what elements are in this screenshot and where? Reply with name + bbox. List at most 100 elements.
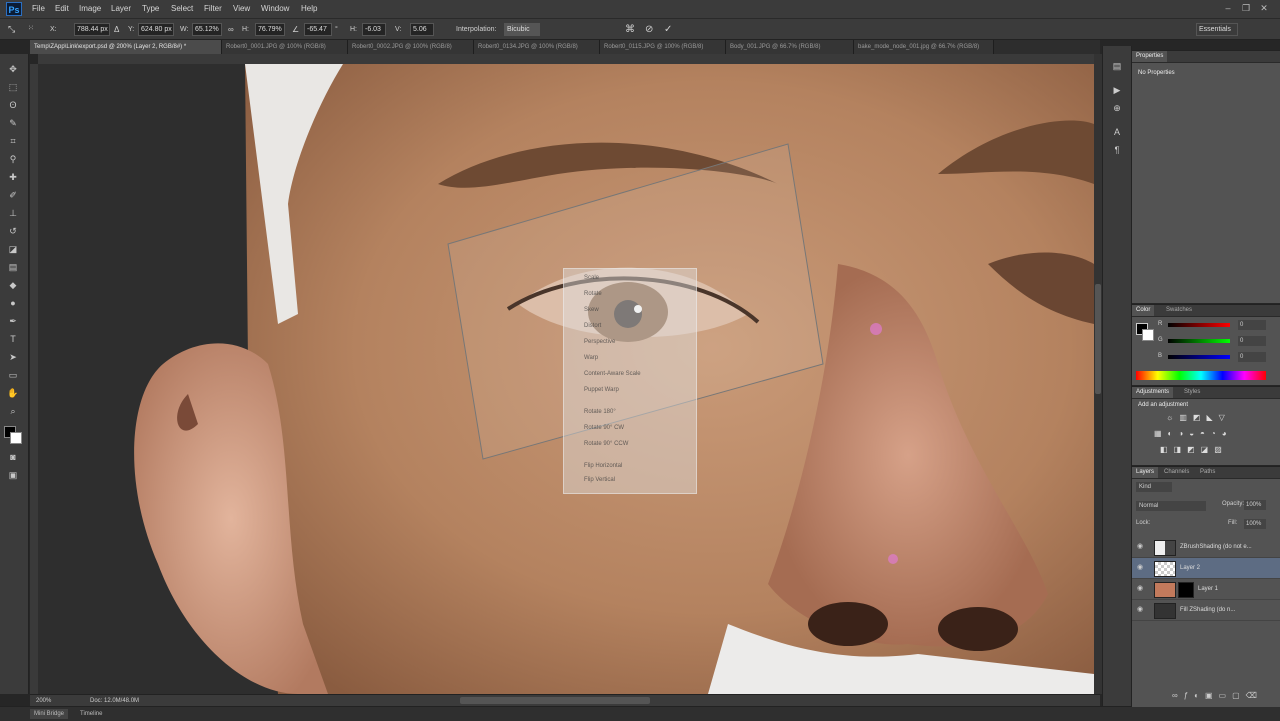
filter-kind-select[interactable]: Kind (1136, 482, 1172, 492)
warp-toggle-icon[interactable]: ⌘ (625, 23, 635, 36)
visibility-eye-icon[interactable]: ◉ (1137, 600, 1143, 620)
document-tab[interactable]: Robert0_0001.JPG @ 100% (RGB/8) (222, 40, 348, 54)
layer-row[interactable]: ◉ Layer 1 (1132, 579, 1280, 600)
commit-transform-icon[interactable]: ✓ (664, 23, 672, 36)
link-icon[interactable]: ∞ (228, 23, 234, 36)
cancel-transform-icon[interactable]: ⊘ (645, 23, 653, 36)
document-tab[interactable]: bake_mode_node_001.jpg @ 66.7% (RGB/8) (854, 40, 994, 54)
brush-tool-icon[interactable]: ✐ (5, 188, 21, 202)
document-tab[interactable]: Robert0_0134.JPG @ 100% (RGB/8) (474, 40, 600, 54)
context-menu-item[interactable]: Scale (584, 275, 599, 281)
h-field[interactable]: 76.79% (255, 23, 285, 36)
menu-image[interactable]: Image (79, 0, 101, 18)
lasso-tool-icon[interactable]: ʘ (5, 98, 21, 112)
crop-tool-icon[interactable]: ⌗ (5, 134, 21, 148)
layer-row-selected[interactable]: ◉ Layer 2 (1132, 558, 1280, 579)
document-canvas[interactable]: Scale Rotate Skew Distort Perspective Wa… (38, 64, 1094, 694)
context-menu-item[interactable]: Distort (584, 323, 601, 329)
v-skew-field[interactable]: 5.06 (410, 23, 434, 36)
tab-color[interactable]: Color (1132, 305, 1155, 316)
character-icon[interactable]: A (1111, 126, 1123, 138)
context-menu-item[interactable]: Rotate 90° CW (584, 425, 624, 431)
r-value[interactable]: 0 (1238, 320, 1266, 330)
tab-channels[interactable]: Channels (1160, 467, 1193, 478)
visibility-eye-icon[interactable]: ◉ (1137, 558, 1143, 578)
context-menu-item[interactable]: Warp (584, 355, 598, 361)
menu-layer[interactable]: Layer (111, 0, 131, 18)
path-select-tool-icon[interactable]: ➤ (5, 350, 21, 364)
minimize-icon[interactable]: – (1222, 2, 1234, 14)
tab-styles[interactable]: Styles (1180, 387, 1204, 398)
menu-type[interactable]: Type (142, 0, 159, 18)
visibility-eye-icon[interactable]: ◉ (1137, 537, 1143, 557)
color-spectrum[interactable] (1136, 371, 1266, 380)
context-menu-item[interactable]: Puppet Warp (584, 387, 619, 393)
adjustment-icons-row-2[interactable]: ▦◐◑◒◓◔◕ (1154, 429, 1233, 438)
g-value[interactable]: 0 (1238, 336, 1266, 346)
context-menu-item[interactable]: Flip Vertical (584, 477, 615, 483)
close-icon[interactable]: ✕ (1258, 2, 1270, 14)
paragraph-icon[interactable]: ¶ (1111, 144, 1123, 156)
quick-select-tool-icon[interactable]: ✎ (5, 116, 21, 130)
menu-filter[interactable]: Filter (204, 0, 222, 18)
document-tab[interactable]: Robert0_0002.JPG @ 100% (RGB/8) (348, 40, 474, 54)
h-skew-field[interactable]: -6.03 (362, 23, 386, 36)
tab-swatches[interactable]: Swatches (1162, 305, 1196, 316)
visibility-eye-icon[interactable]: ◉ (1137, 579, 1143, 599)
context-menu-item[interactable]: Flip Horizontal (584, 463, 622, 469)
tab-layers[interactable]: Layers (1132, 467, 1159, 478)
dodge-tool-icon[interactable]: ● (5, 296, 21, 310)
layer-row[interactable]: ◉ Fill ZShading (do n... (1132, 600, 1280, 621)
context-menu-item[interactable]: Rotate 180° (584, 409, 616, 415)
menu-file[interactable]: File (32, 0, 45, 18)
restore-icon[interactable]: ❐ (1240, 2, 1252, 14)
layer-mask-thumbnail[interactable] (1178, 582, 1194, 598)
layer-actions-icons[interactable]: ∞ƒ◐▣▭▢⌫ (1172, 691, 1263, 700)
fill-field[interactable]: 100% (1244, 519, 1266, 529)
marquee-tool-icon[interactable]: ⬚ (5, 80, 21, 94)
history-icon[interactable]: ▤ (1111, 60, 1123, 72)
healing-tool-icon[interactable]: ✚ (5, 170, 21, 184)
move-tool-icon[interactable]: ✥ (5, 62, 21, 76)
eyedropper-tool-icon[interactable]: ⚲ (5, 152, 21, 166)
background-swatch[interactable] (1142, 329, 1154, 341)
vertical-scroll-thumb[interactable] (1095, 284, 1101, 394)
green-slider[interactable] (1168, 339, 1230, 343)
menu-window[interactable]: Window (261, 0, 289, 18)
eraser-tool-icon[interactable]: ◪ (5, 242, 21, 256)
screen-mode-icon[interactable]: ▣ (5, 468, 21, 482)
blend-mode-select[interactable]: Normal (1136, 501, 1206, 511)
menu-edit[interactable]: Edit (55, 0, 69, 18)
pen-tool-icon[interactable]: ✒ (5, 314, 21, 328)
y-field[interactable]: 624.80 px (138, 23, 174, 36)
tab-adjustments[interactable]: Adjustments (1132, 387, 1174, 398)
tab-properties[interactable]: Properties (1132, 51, 1168, 62)
context-menu-item[interactable]: Skew (584, 307, 599, 313)
reference-point-icon[interactable]: ⁙ (26, 23, 46, 36)
menu-help[interactable]: Help (301, 0, 317, 18)
adjustment-icons-row-1[interactable]: ☼▥◩◣▽ (1166, 413, 1231, 422)
horizontal-scroll-thumb[interactable] (460, 697, 650, 704)
tab-mini-bridge[interactable]: Mini Bridge (30, 709, 69, 719)
document-tab[interactable]: Body_001.JPG @ 66.7% (RGB/8) (726, 40, 854, 54)
document-tab-active[interactable]: Temp\ZApp\Link\export.psd @ 200% (Layer … (30, 40, 222, 54)
shape-tool-icon[interactable]: ▭ (5, 368, 21, 382)
clone-source-icon[interactable]: ⊕ (1111, 102, 1123, 114)
context-menu-item[interactable]: Content-Aware Scale (584, 371, 641, 377)
blur-tool-icon[interactable]: ◆ (5, 278, 21, 292)
tab-paths[interactable]: Paths (1196, 467, 1219, 478)
context-menu-item[interactable]: Perspective (584, 339, 615, 345)
hand-tool-icon[interactable]: ✋ (5, 386, 21, 400)
layer-row[interactable]: ◉ ZBrushShading (do not e... (1132, 537, 1280, 558)
w-field[interactable]: 65.12% (192, 23, 222, 36)
angle-field[interactable]: -65.47 (304, 23, 332, 36)
blue-slider[interactable] (1168, 355, 1230, 359)
type-tool-icon[interactable]: T (5, 332, 21, 346)
context-menu-item[interactable]: Rotate 90° CCW (584, 441, 628, 447)
opacity-field[interactable]: 100% (1244, 500, 1266, 510)
menu-view[interactable]: View (233, 0, 250, 18)
interpolation-select[interactable]: Bicubic (504, 23, 540, 36)
b-value[interactable]: 0 (1238, 352, 1266, 362)
workspace-select[interactable]: Essentials (1196, 23, 1238, 36)
adjustment-icons-row-3[interactable]: ◧◨◩◪▨ (1160, 445, 1228, 454)
